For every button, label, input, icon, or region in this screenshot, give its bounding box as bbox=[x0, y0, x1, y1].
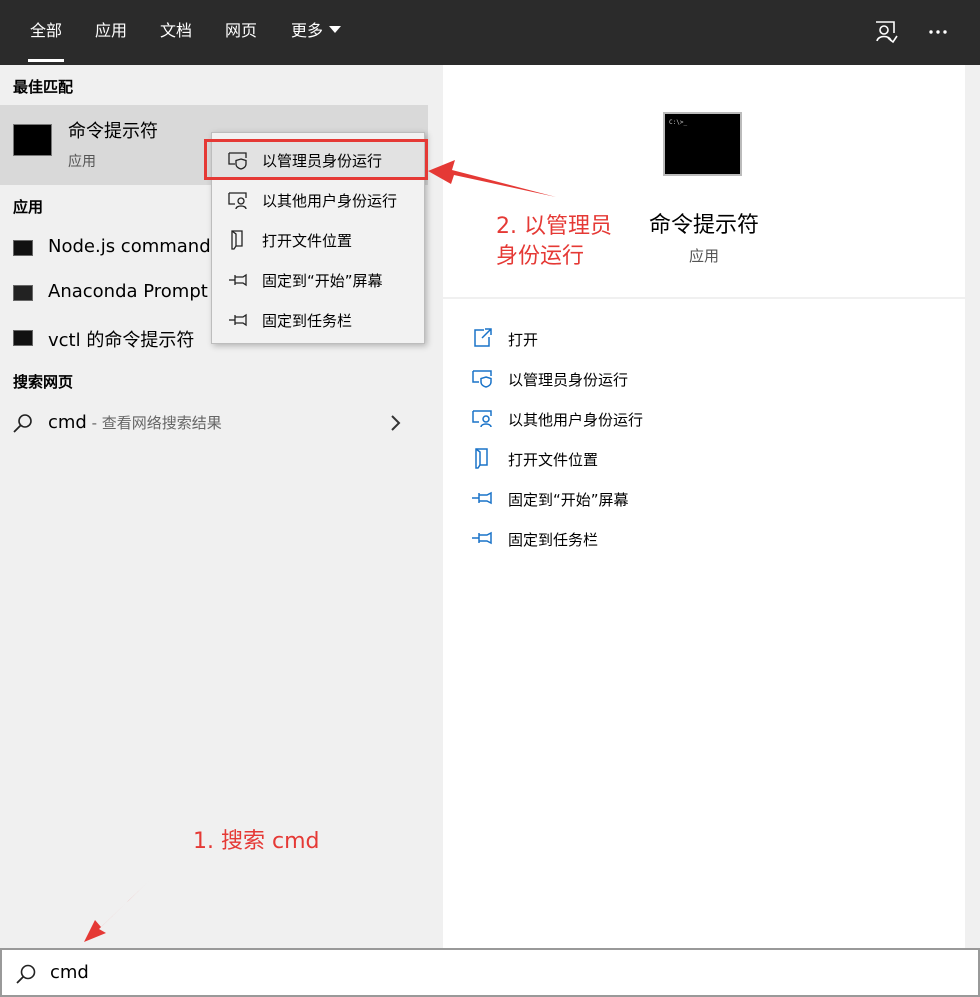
context-item-label: 以管理员身份运行 bbox=[262, 152, 383, 170]
terminal-icon bbox=[13, 285, 33, 301]
context-item-label: 打开文件位置 bbox=[262, 232, 353, 250]
search-icon bbox=[13, 414, 32, 433]
action-run-as-other-user[interactable]: 以其他用户身份运行 bbox=[443, 398, 965, 438]
pin-icon bbox=[472, 491, 492, 505]
command-prompt-icon: C:\>_ bbox=[663, 112, 742, 176]
action-label: 以其他用户身份运行 bbox=[508, 411, 644, 429]
open-icon bbox=[474, 328, 492, 347]
action-open-file-location[interactable]: 打开文件位置 bbox=[443, 438, 965, 478]
app-item-label: Node.js command bbox=[48, 236, 211, 257]
action-pin-to-start[interactable]: 固定到“开始”屏幕 bbox=[443, 478, 965, 518]
web-search-item[interactable]: cmd - 查看网络搜索结果 bbox=[0, 400, 428, 446]
chevron-down-icon bbox=[329, 26, 341, 33]
search-icon bbox=[16, 964, 36, 984]
tab-apps[interactable]: 应用 bbox=[80, 0, 142, 65]
best-match-title: 命令提示符 bbox=[68, 121, 158, 142]
annotation-step-2: 2. 以管理员 身份运行 bbox=[496, 212, 612, 272]
tab-apps-label: 应用 bbox=[94, 21, 127, 40]
tab-web-label: 网页 bbox=[224, 21, 257, 40]
context-run-as-other-user[interactable]: 以其他用户身份运行 bbox=[212, 179, 424, 219]
top-bar: 全部 应用 文档 网页 更多 bbox=[0, 0, 980, 65]
action-open[interactable]: 打开 bbox=[443, 318, 965, 358]
web-search-header: 搜索网页 bbox=[13, 373, 74, 391]
context-open-file-location[interactable]: 打开文件位置 bbox=[212, 219, 424, 259]
action-label: 打开 bbox=[508, 331, 539, 349]
pin-icon bbox=[229, 273, 247, 287]
web-search-label: cmd - 查看网络搜索结果 bbox=[48, 412, 222, 433]
context-item-label: 以其他用户身份运行 bbox=[262, 192, 398, 210]
web-search-suffix: - 查看网络搜索结果 bbox=[86, 414, 222, 432]
context-pin-to-taskbar[interactable]: 固定到任务栏 bbox=[212, 299, 424, 339]
terminal-icon bbox=[13, 240, 33, 256]
feedback-icon[interactable] bbox=[872, 18, 900, 46]
svg-text:C:\>_: C:\>_ bbox=[669, 119, 687, 126]
shield-window-icon bbox=[472, 370, 492, 388]
tab-more-label: 更多 bbox=[290, 21, 323, 40]
action-label: 固定到“开始”屏幕 bbox=[508, 491, 629, 509]
tab-more[interactable]: 更多 bbox=[276, 0, 356, 65]
user-window-icon bbox=[228, 192, 247, 210]
terminal-glyph-icon: C:\>_ bbox=[669, 119, 687, 126]
search-box[interactable]: cmd bbox=[0, 948, 980, 997]
app-item-label: vctl 的命令提示符 bbox=[48, 330, 195, 351]
pin-icon bbox=[472, 531, 492, 545]
context-run-as-admin[interactable]: 以管理员身份运行 bbox=[212, 139, 424, 179]
preview-pane: C:\>_ 命令提示符 应用 打开 以管理员身份运行 以其他用户身份运行 打开文… bbox=[443, 65, 965, 948]
chevron-right-icon[interactable] bbox=[389, 415, 403, 431]
context-menu: 以管理员身份运行 以其他用户身份运行 打开文件位置 固定到“开始”屏幕 固定到任… bbox=[211, 132, 425, 344]
tab-web[interactable]: 网页 bbox=[210, 0, 272, 65]
action-pin-to-taskbar[interactable]: 固定到任务栏 bbox=[443, 518, 965, 558]
web-search-query: cmd bbox=[48, 412, 87, 433]
shield-window-icon bbox=[228, 152, 247, 170]
app-item-label: Anaconda Prompt bbox=[48, 281, 208, 302]
action-label: 打开文件位置 bbox=[508, 451, 599, 469]
action-run-as-admin[interactable]: 以管理员身份运行 bbox=[443, 358, 965, 398]
pin-icon bbox=[229, 313, 247, 327]
terminal-icon bbox=[13, 330, 33, 346]
search-input-value[interactable]: cmd bbox=[50, 962, 89, 983]
apps-header: 应用 bbox=[13, 198, 44, 216]
context-pin-to-start[interactable]: 固定到“开始”屏幕 bbox=[212, 259, 424, 299]
annotation-step-1: 1. 搜索 cmd bbox=[193, 829, 320, 854]
context-item-label: 固定到“开始”屏幕 bbox=[262, 272, 383, 290]
tab-all[interactable]: 全部 bbox=[14, 0, 78, 65]
best-match-subtitle: 应用 bbox=[68, 154, 96, 170]
file-location-icon bbox=[475, 448, 488, 469]
annotation-step-2-line-1: 2. 以管理员 bbox=[496, 214, 612, 239]
best-match-header: 最佳匹配 bbox=[13, 78, 74, 96]
action-label: 固定到任务栏 bbox=[508, 531, 599, 549]
action-label: 以管理员身份运行 bbox=[508, 371, 629, 389]
tab-documents[interactable]: 文档 bbox=[144, 0, 208, 65]
file-location-icon bbox=[231, 230, 243, 250]
tab-documents-label: 文档 bbox=[159, 21, 192, 40]
more-options-icon[interactable] bbox=[924, 18, 952, 46]
context-item-label: 固定到任务栏 bbox=[262, 312, 353, 330]
annotation-step-2-line-2: 身份运行 bbox=[496, 244, 585, 269]
tab-all-label: 全部 bbox=[29, 21, 62, 40]
command-prompt-icon bbox=[13, 124, 52, 156]
preview-scroll-gutter bbox=[965, 65, 980, 948]
user-window-icon bbox=[472, 410, 492, 428]
